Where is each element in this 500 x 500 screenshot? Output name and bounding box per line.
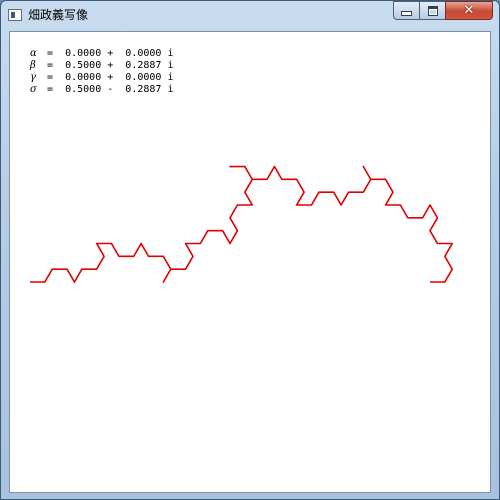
minimize-button[interactable] — [393, 1, 420, 20]
title-bar[interactable]: 畑政義写像 ✕ — [1, 1, 499, 31]
canvas-area: α = 0.0000 + 0.0000 i β = 0.5000 + 0.288… — [9, 31, 491, 493]
maximize-button[interactable] — [419, 1, 446, 20]
app-window: 畑政義写像 ✕ α = 0.0000 + 0.0000 i β = 0.5000… — [0, 0, 500, 500]
minimize-icon — [401, 11, 412, 16]
app-icon[interactable] — [8, 9, 22, 21]
fractal-curve — [30, 165, 454, 283]
close-button[interactable]: ✕ — [445, 1, 493, 20]
koch-curve-path — [30, 165, 454, 283]
window-title: 畑政義写像 — [28, 8, 89, 22]
close-icon: ✕ — [463, 3, 475, 18]
maximize-icon — [427, 5, 438, 16]
